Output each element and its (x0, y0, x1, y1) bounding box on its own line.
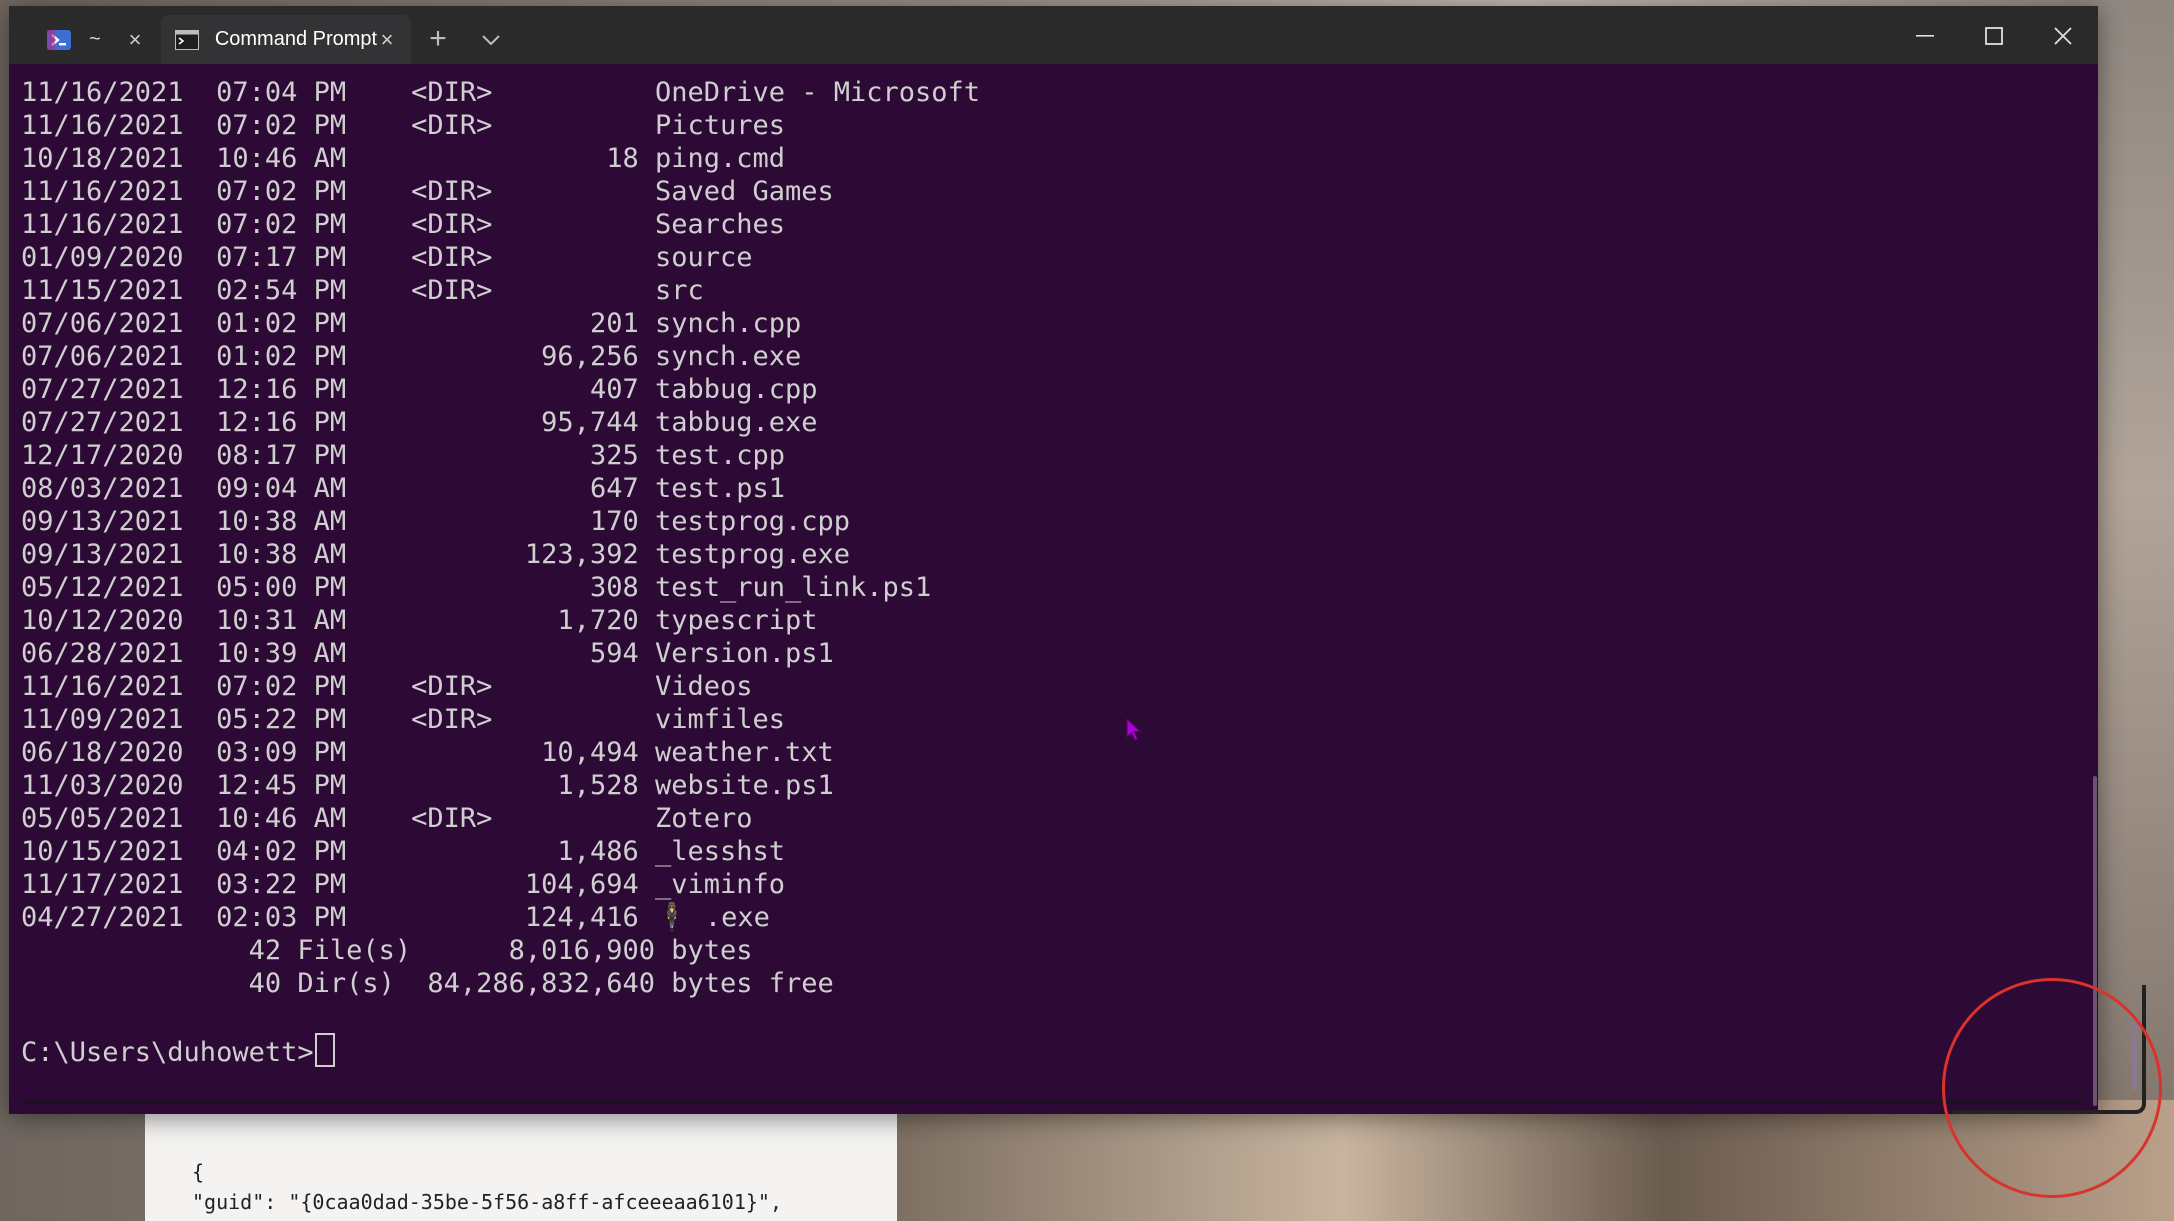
background-code-line: { (192, 1160, 205, 1184)
terminal-line: 10/12/2020 10:31 AM 1,720 typescript (21, 605, 818, 636)
terminal-line: 04/27/2021 02:03 PM 124,416 🕴 .exe (21, 902, 770, 933)
terminal-line: 12/17/2020 08:17 PM 325 test.cpp (21, 440, 786, 471)
terminal-line: 11/03/2020 12:45 PM 1,528 website.ps1 (21, 770, 834, 801)
terminal-line: 10/18/2021 10:46 AM 18 ping.cmd (21, 143, 786, 174)
terminal-line: 01/09/2020 07:17 PM <DIR> source (21, 242, 753, 273)
terminal-line: 11/16/2021 07:02 PM <DIR> Searches (21, 209, 786, 240)
terminal-line: 07/06/2021 01:02 PM 201 synch.cpp (21, 308, 802, 339)
text-cursor (314, 1033, 335, 1067)
terminal-line: 11/15/2021 02:54 PM <DIR> src (21, 275, 704, 306)
terminal-line: 11/16/2021 07:02 PM <DIR> Videos (21, 671, 753, 702)
close-tab-icon[interactable]: × (125, 28, 145, 50)
background-editor-code: { "guid": "{0caa0dad-35be-5f56-a8ff-afcee… (192, 1157, 782, 1217)
terminal-output[interactable]: 11/16/2021 07:04 PM <DIR> OneDrive - Mic… (21, 76, 2061, 1096)
command-prompt-line[interactable]: C:\Users\duhowett> (21, 1033, 2061, 1068)
terminal-line: 11/16/2021 07:02 PM <DIR> Saved Games (21, 176, 834, 207)
maximize-button[interactable] (1974, 18, 2014, 54)
terminal-bottom-edge (23, 1101, 2083, 1104)
minimize-button[interactable] (1905, 18, 1945, 54)
terminal-line: 10/15/2021 04:02 PM 1,486 _lesshst (21, 836, 786, 867)
close-window-button[interactable] (2043, 18, 2083, 54)
chevron-down-icon[interactable] (475, 24, 507, 56)
cmd-icon (175, 29, 203, 51)
close-tab-icon[interactable]: × (377, 28, 397, 50)
terminal-line: 06/28/2021 10:39 AM 594 Version.ps1 (21, 638, 834, 669)
tab-label: Command Prompt (214, 28, 378, 50)
annotation-circle (1942, 978, 2162, 1198)
terminal-line: 09/13/2021 10:38 AM 170 testprog.cpp (21, 506, 851, 537)
terminal-line: 07/06/2021 01:02 PM 96,256 synch.exe (21, 341, 802, 372)
tab-label: ~ (89, 28, 101, 50)
terminal-line: 11/09/2021 05:22 PM <DIR> vimfiles (21, 704, 786, 735)
background-editor-margin (787, 1100, 897, 1221)
terminal-line: 05/12/2021 05:00 PM 308 test_run_link.ps… (21, 572, 932, 603)
terminal-line: 40 Dir(s) 84,286,832,640 bytes free (21, 968, 834, 999)
terminal-line: 11/17/2021 03:22 PM 104,694 _viminfo (21, 869, 786, 900)
mouse-pointer-icon (1126, 717, 1142, 747)
terminal-line: 08/03/2021 09:04 AM 647 test.ps1 (21, 473, 786, 504)
tab-powershell[interactable]: ~ × (19, 15, 159, 64)
terminal-line: 11/16/2021 07:02 PM <DIR> Pictures (21, 110, 786, 141)
new-tab-button[interactable]: + (422, 24, 454, 56)
terminal-line: 09/13/2021 10:38 AM 123,392 testprog.exe (21, 539, 851, 570)
terminal-line: 42 File(s) 8,016,900 bytes (21, 935, 753, 966)
terminal-line: 07/27/2021 12:16 PM 95,744 tabbug.exe (21, 407, 818, 438)
prompt-text: C:\Users\duhowett> (21, 1037, 314, 1068)
tab-command-prompt[interactable]: Command Prompt × (161, 15, 411, 64)
terminal-line: 06/18/2020 03:09 PM 10,494 weather.txt (21, 737, 834, 768)
background-code-line: "guid": "{0caa0dad-35be-5f56-a8ff-afceee… (192, 1190, 783, 1214)
terminal-window: ~ × Command Prompt × + 11/16/2021 07:04 … (9, 6, 2098, 1114)
title-bar[interactable]: ~ × Command Prompt × + (9, 6, 2098, 64)
terminal-line: 11/16/2021 07:04 PM <DIR> OneDrive - Mic… (21, 77, 981, 108)
terminal-line: 07/27/2021 12:16 PM 407 tabbug.cpp (21, 374, 818, 405)
powershell-icon (47, 29, 75, 51)
terminal-line: 05/05/2021 10:46 AM <DIR> Zotero (21, 803, 753, 834)
